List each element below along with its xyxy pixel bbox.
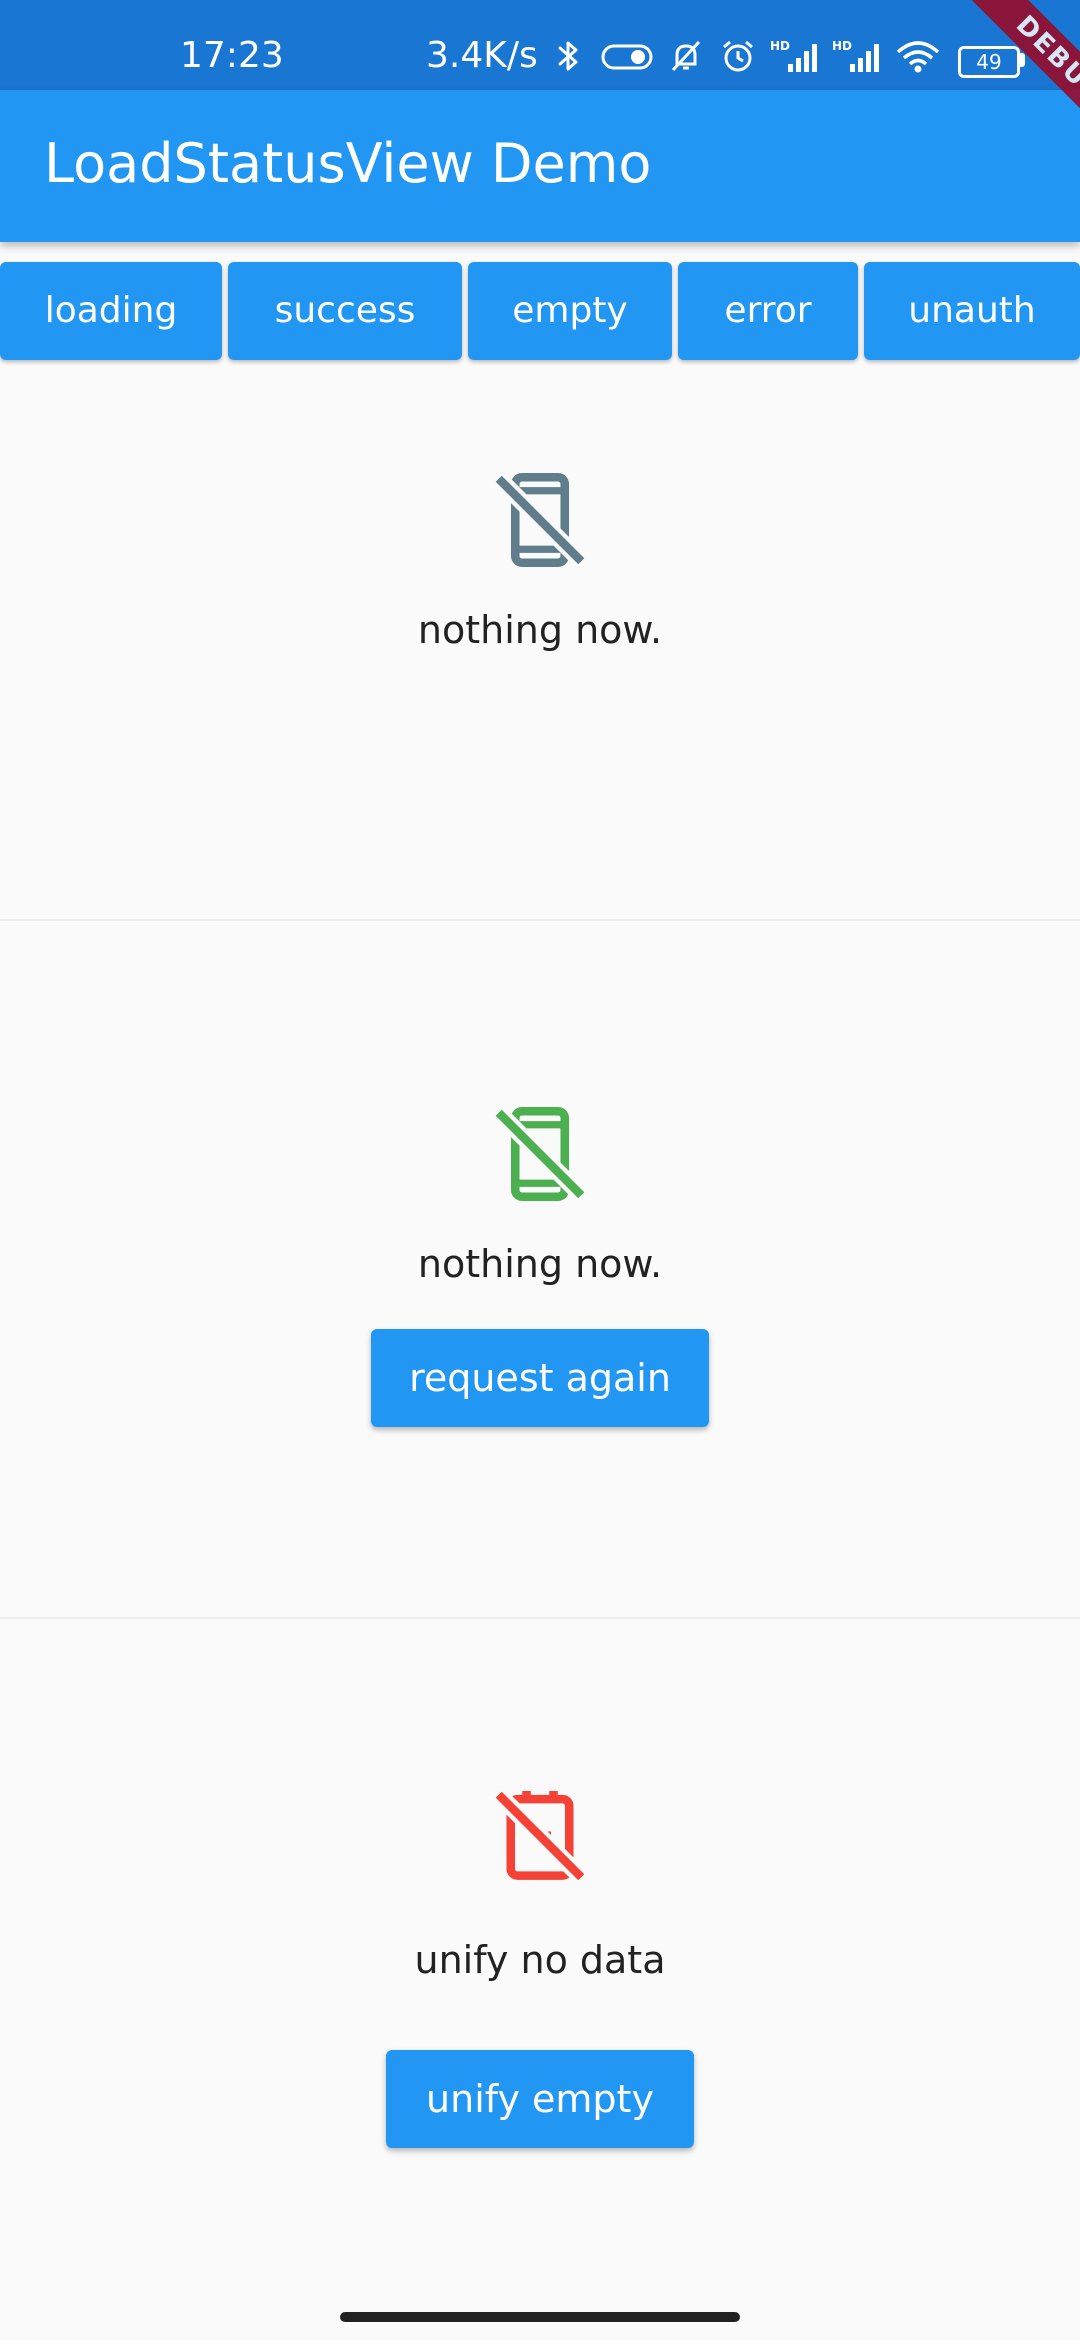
status-time: 17:23	[180, 35, 284, 76]
mute-icon	[666, 36, 706, 76]
status-button-row: loading success empty error unauth	[0, 262, 1080, 360]
status-bar: 17:23 3.4K/s HD HD 49	[0, 0, 1080, 90]
success-button[interactable]: success	[228, 262, 462, 360]
error-state-section: unify no data unify empty	[0, 1620, 1080, 2296]
alarm-icon	[718, 36, 758, 76]
wifi-icon	[894, 36, 942, 76]
bluetooth-icon	[548, 36, 588, 76]
no-phone-icon	[486, 466, 594, 574]
divider	[0, 1617, 1080, 1619]
svg-text:HD: HD	[770, 39, 790, 53]
no-battery-icon	[486, 1782, 594, 1890]
battery-level: 49	[976, 50, 1002, 74]
request-again-button[interactable]: request again	[371, 1329, 709, 1427]
unify-empty-button[interactable]: unify empty	[386, 2050, 694, 2148]
battery-tip	[1020, 53, 1025, 67]
toggle-icon	[600, 36, 654, 76]
app-title: LoadStatusView Demo	[44, 132, 652, 195]
error-button[interactable]: error	[678, 262, 858, 360]
unauth-button[interactable]: unauth	[864, 262, 1080, 360]
state-message: unify no data	[414, 1938, 666, 1982]
screen: 17:23 3.4K/s HD HD 49 LoadStatusView Dem…	[0, 0, 1080, 2340]
battery-indicator: 49	[958, 46, 1020, 78]
signal-hd-icon: HD	[770, 36, 820, 76]
svg-text:HD: HD	[832, 39, 852, 53]
signal-hd-icon: HD	[832, 36, 882, 76]
empty-state-section: nothing now.	[0, 370, 1080, 920]
app-bar: LoadStatusView Demo	[0, 90, 1080, 242]
state-message: nothing now.	[417, 608, 663, 652]
no-phone-icon	[486, 1100, 594, 1208]
loading-button[interactable]: loading	[0, 262, 222, 360]
network-speed: 3.4K/s	[426, 35, 538, 76]
divider	[0, 919, 1080, 921]
state-message: nothing now.	[417, 1242, 663, 1286]
status-icons: HD HD	[548, 36, 942, 76]
empty-button[interactable]: empty	[468, 262, 672, 360]
home-indicator[interactable]	[340, 2312, 740, 2322]
success-state-section: nothing now. request again	[0, 922, 1080, 1616]
